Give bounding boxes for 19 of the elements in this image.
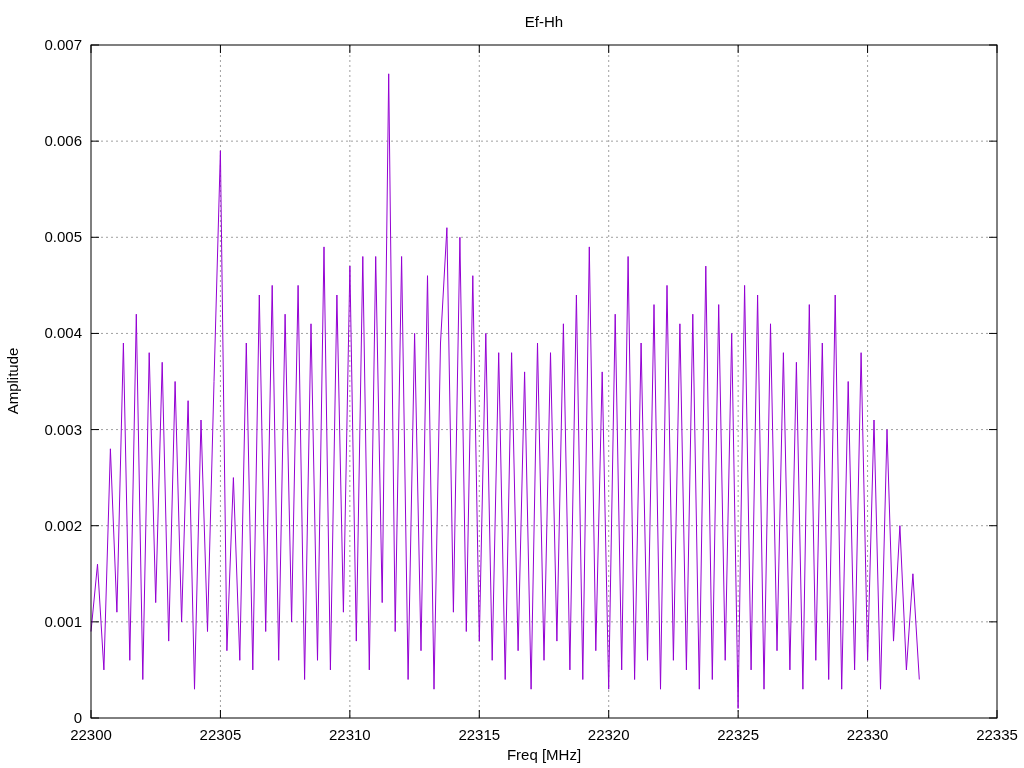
tick-label: 22325 bbox=[717, 726, 759, 743]
tick-label: 22300 bbox=[70, 726, 112, 743]
tick-label: 0.001 bbox=[44, 612, 82, 630]
tick-label: 22315 bbox=[458, 726, 501, 743]
tick-label: 0.002 bbox=[44, 516, 82, 534]
tick-label: 0.005 bbox=[44, 228, 82, 246]
tick-label: 0.006 bbox=[44, 132, 82, 150]
tick-label: 22320 bbox=[587, 726, 630, 743]
tick-label: 22335 bbox=[976, 726, 1018, 743]
tick-label: 0.004 bbox=[44, 324, 82, 342]
tick-label: 22305 bbox=[199, 726, 242, 743]
chart-title: Ef-Hh bbox=[524, 13, 564, 30]
axis-label: Freq [MHz] bbox=[506, 746, 582, 763]
tick-label: 0.007 bbox=[44, 36, 82, 53]
axis-label: Amplitude bbox=[4, 347, 21, 415]
tick-label: 22310 bbox=[329, 726, 371, 743]
tick-label: 22330 bbox=[846, 726, 889, 743]
tick-label: 0.003 bbox=[44, 420, 82, 438]
tick-label: 0 bbox=[73, 709, 82, 726]
